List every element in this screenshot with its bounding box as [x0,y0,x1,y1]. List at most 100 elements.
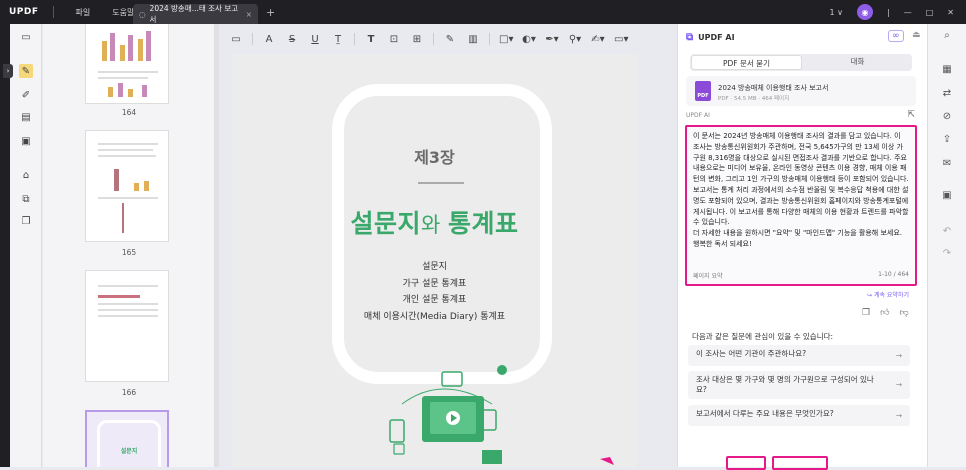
menu-help[interactable]: 도움말 [112,7,134,18]
page-summary-label: 페이지 요약 [693,273,723,280]
ai-input-option-highlighted[interactable] [772,456,828,470]
stamp-icon[interactable]: ⚲▾ [568,34,582,45]
organize-pages-icon[interactable]: ▣ [19,134,33,148]
text-icon[interactable]: T [364,34,378,45]
ai-input-option[interactable] [684,456,720,470]
thumbnail-page-166[interactable] [85,270,169,382]
search-icon[interactable]: ⌕ [940,30,954,41]
share-icon[interactable]: ⇪ [940,134,954,145]
right-tool-column: ⌕ ▦ ⇄ ⊘ ⇪ ✉ ▣ ↶ ↷ [927,24,966,467]
minimize-icon[interactable]: — [904,8,912,17]
strikethrough-icon[interactable]: S [285,34,299,45]
ocr-icon[interactable]: ▦ [940,64,954,75]
close-tab-icon[interactable]: × [246,10,252,19]
page-count-dropdown[interactable]: 1 ∨ [830,8,844,17]
thumbnail-page-165[interactable] [85,130,169,242]
answer-paragraph: 이 문서는 2024년 방송매체 이용행태 조사의 결과를 담고 있습니다. 이… [693,132,909,184]
thumb-chart [98,161,158,191]
collapse-sidebar-icon[interactable]: › [3,64,13,78]
squiggly-icon[interactable]: T̰ [331,34,345,45]
arrow-right-icon: → [895,410,902,420]
divider [418,182,464,184]
window-controls: 1 ∨ ◉ | — □ ✕ [830,0,966,24]
chapter-contents: 설문지 가구 설문 통계표 개인 설문 통계표 매체 이용시간(Media Di… [232,259,637,325]
avatar[interactable]: ◉ [857,4,874,20]
underline-icon[interactable]: U [308,34,322,45]
tab-chat[interactable]: 대화 [803,54,912,71]
text-box-icon[interactable]: ⊡ [387,34,401,45]
shape-icon[interactable]: □▾ [499,34,513,45]
convert-icon[interactable]: ⇄ [940,88,954,99]
thumbnail-label: 166 [121,388,137,397]
edit-pdf-icon[interactable]: ✐ [19,88,33,102]
thumbnail-panel: 164 165 166 설문지 [43,24,215,467]
thumbnail-label: 164 [121,108,137,117]
ai-settings-icon[interactable]: ⏏ [912,30,921,40]
ai-input-row [684,456,828,470]
thumbs-up-icon[interactable]: 👍︎ [880,308,889,318]
pdf-page: 제3장 설문지와 통계표 설문지 가구 설문 통계표 개인 설문 통계표 매체 … [232,54,637,467]
eraser-icon[interactable]: ▥ [466,34,480,45]
annotation-toolbar: ▭ A S U T̰ T ⊡ ⊞ ✎ ▥ □▾ ◐▾ ✒▾ ⚲▾ ✍▾ ▭▾ [219,24,677,54]
contents-line: 설문지 [422,262,447,272]
ai-input-option-highlighted[interactable] [726,456,766,470]
thumbnail-label: 165 [121,248,137,257]
comment-tool-icon[interactable]: ✎ [19,64,33,78]
arrow-icon [600,457,614,465]
email-icon[interactable]: ✉ [940,158,954,169]
layers-icon[interactable]: ❐ [19,214,33,228]
thumb-chart [98,27,158,61]
text-callout-icon[interactable]: ⊞ [410,34,424,45]
suggested-question[interactable]: 조사 대상은 몇 가구와 몇 명의 가구원으로 구성되어 있나요? → [688,371,910,399]
pen-icon[interactable]: ✒▾ [545,34,559,45]
save-icon[interactable]: ▣ [940,190,954,201]
thumbnail-page-164[interactable] [85,24,169,104]
ai-mode-tabs: PDF 문서 묻기 대화 [690,54,912,71]
thumbnail-page-current[interactable]: 설문지 [85,410,169,467]
divider: | [887,7,890,17]
maximize-icon[interactable]: □ [926,8,934,17]
edge-strip [0,24,10,467]
answer-paragraph: 더 자세한 내용을 원하시면 "요약" 및 "마인드맵" 기능을 활용해 보세요… [693,229,903,248]
close-window-icon[interactable]: ✕ [947,8,954,17]
undo-icon[interactable]: ↶ [940,226,954,237]
continue-summary-link[interactable]: ↪ 계속 요약하기 [867,290,909,299]
left-tool-column: ▭ ✎ ✐ ▤ ▣ ⌂ ⧉ ❐ [10,24,42,467]
page-title: 설문지와 통계표 [350,209,519,238]
measure-icon[interactable]: ▭▾ [614,34,628,45]
ai-panel-header: ⧉ UPDF AI [686,32,735,43]
tab-ask-pdf[interactable]: PDF 문서 묻기 [691,55,802,70]
ai-response-label: UPDF AI [686,112,710,119]
document-tab-title: 2024 방송매...태 조사 보고서 [149,4,239,24]
menu-file[interactable]: 파일 [76,7,91,18]
contents-line: 가구 설문 통계표 [402,278,467,289]
ai-credits-icon[interactable]: ∞ [888,30,904,42]
app-logo: UPDF [9,7,39,17]
new-tab-button[interactable]: + [266,6,275,19]
chapter-heading: 제3장 [414,148,455,167]
ai-assistant-panel: ⧉ UPDF AI ∞ ⏏ PDF 문서 묻기 대화 PDF 2024 방송매체… [677,24,927,470]
sticky-note-icon[interactable]: ◐▾ [522,34,536,45]
suggested-question[interactable]: 보고서에서 다루는 주요 내용은 무엇인가요? → [688,405,910,426]
page-range: 1-10 / 464 [878,271,909,278]
divider [52,6,54,18]
tools-icon[interactable]: ⌂ [19,168,33,182]
document-canvas[interactable]: 제3장 설문지와 통계표 설문지 가구 설문 통계표 개인 설문 통계표 매체 … [219,54,677,467]
thumbs-down-icon[interactable]: 👎︎ [899,308,908,318]
document-tab[interactable]: ◌ 2024 방송매...태 조사 보고서 × [133,4,258,24]
file-meta: PDF · 54.5 MB · 464 페이지 [718,96,790,102]
suggested-question[interactable]: 이 조사는 어떤 기관이 주관하나요? → [688,345,910,366]
redo-icon[interactable]: ↷ [940,248,954,259]
signature-icon[interactable]: ✍▾ [591,34,605,45]
arrow-right-icon: → [895,380,902,389]
copy-icon[interactable]: ❐ [862,308,870,318]
protect-icon[interactable]: ⊘ [940,111,954,122]
reader-mode-icon[interactable]: ▭ [19,30,33,44]
comment-icon[interactable]: ▭ [229,34,243,45]
crop-icon[interactable]: ⧉ [19,192,33,206]
thumb-chart-bar [122,203,124,233]
forms-icon[interactable]: ▤ [19,110,33,124]
highlight-icon[interactable]: A [262,34,276,45]
pencil-icon[interactable]: ✎ [443,34,457,45]
export-icon[interactable]: ⇱ [907,110,915,120]
